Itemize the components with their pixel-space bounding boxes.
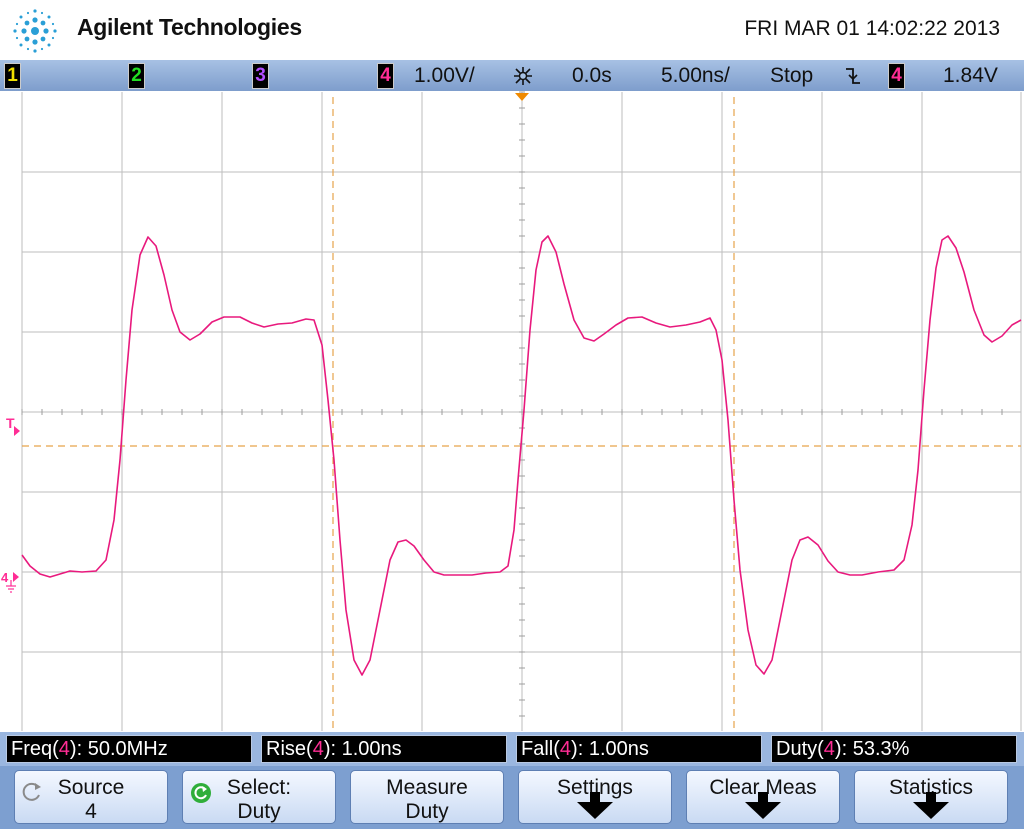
softkey-value: Duty — [237, 800, 281, 823]
submenu-arrow-icon — [745, 792, 781, 819]
channel-4-indicator[interactable]: 4 — [377, 63, 394, 89]
graticule-ticks — [21, 91, 1003, 717]
clear-meas-softkey[interactable]: Clear Meas — [686, 770, 840, 824]
measurement-channel: 4 — [823, 738, 835, 760]
submenu-arrow-icon — [577, 792, 613, 819]
trigger-level[interactable]: 1.84V — [943, 64, 998, 88]
status-bar: 1 2 3 4 1.00V/ 0.0s 5.00ns/ Stop 4 1.84V — [0, 60, 1024, 92]
softkey-label: Measure — [386, 776, 468, 799]
channel-3-indicator[interactable]: 3 — [252, 63, 269, 89]
softkey-bar: Source 4 Select: Duty Measure Duty Setti… — [0, 766, 1024, 829]
measure-softkey[interactable]: Measure Duty — [350, 770, 504, 824]
measurement-channel: 4 — [312, 738, 324, 760]
header-bar: Agilent Technologies FRI MAR 01 14:02:22… — [0, 0, 1024, 60]
agilent-spark-icon — [13, 9, 57, 53]
measurement-channel: 4 — [559, 738, 572, 760]
statistics-softkey[interactable]: Statistics — [854, 770, 1008, 824]
measurement-value: : 50.0MHz — [76, 738, 168, 760]
date-time: FRI MAR 01 14:02:22 2013 — [744, 17, 1000, 40]
measurement-value: : 53.3% — [841, 738, 910, 760]
run-state[interactable]: Stop — [770, 64, 813, 88]
measurement-duty[interactable]: Duty(4): 53.3% — [771, 735, 1017, 763]
softkey-label: Source — [57, 776, 125, 799]
measurement-bar: Freq(4): 50.0MHz Rise(4): 1.00ns Fall(4)… — [0, 732, 1024, 766]
falling-edge-icon — [846, 68, 860, 84]
measurement-value: : 1.00ns — [330, 738, 402, 760]
softkey-value: 4 — [85, 800, 97, 823]
trigger-level-arrow — [14, 426, 20, 436]
settings-softkey[interactable]: Settings — [518, 770, 672, 824]
measurement-fall[interactable]: Fall(4): 1.00ns — [516, 735, 762, 763]
trigger-source-indicator[interactable]: 4 — [888, 63, 905, 89]
measurement-name: Fall — [521, 738, 554, 760]
measurement-rise[interactable]: Rise(4): 1.00ns — [261, 735, 507, 763]
softkey-label: Select: — [226, 776, 292, 799]
measurement-name: Duty — [776, 738, 818, 760]
time-reference-icon — [514, 67, 532, 85]
select-softkey[interactable]: Select: Duty — [182, 770, 336, 824]
channel-1-indicator[interactable]: 1 — [4, 63, 21, 89]
horizontal-delay[interactable]: 0.0s — [572, 64, 612, 88]
trigger-position-marker — [515, 93, 529, 101]
channel-4-scale[interactable]: 1.00V/ — [414, 64, 475, 88]
waveform-display[interactable]: T 4 — [0, 91, 1024, 732]
softkey-value: Duty — [405, 800, 449, 823]
measurement-value: : 1.00ns — [577, 738, 649, 760]
measurement-freq[interactable]: Freq(4): 50.0MHz — [6, 735, 252, 763]
measurement-name: Freq — [11, 738, 53, 760]
brand-name: Agilent Technologies — [77, 14, 302, 40]
submenu-arrow-icon — [913, 792, 949, 819]
timebase-scale[interactable]: 5.00ns/ — [661, 64, 730, 88]
measurement-name: Rise — [266, 738, 307, 760]
measurement-channel: 4 — [58, 738, 70, 760]
trigger-level-marker: T — [6, 415, 15, 431]
ground-level-marker: 4 — [1, 570, 9, 585]
source-softkey[interactable]: Source 4 — [14, 770, 168, 824]
ground-level-arrow — [13, 572, 19, 582]
channel-2-indicator[interactable]: 2 — [128, 63, 145, 89]
